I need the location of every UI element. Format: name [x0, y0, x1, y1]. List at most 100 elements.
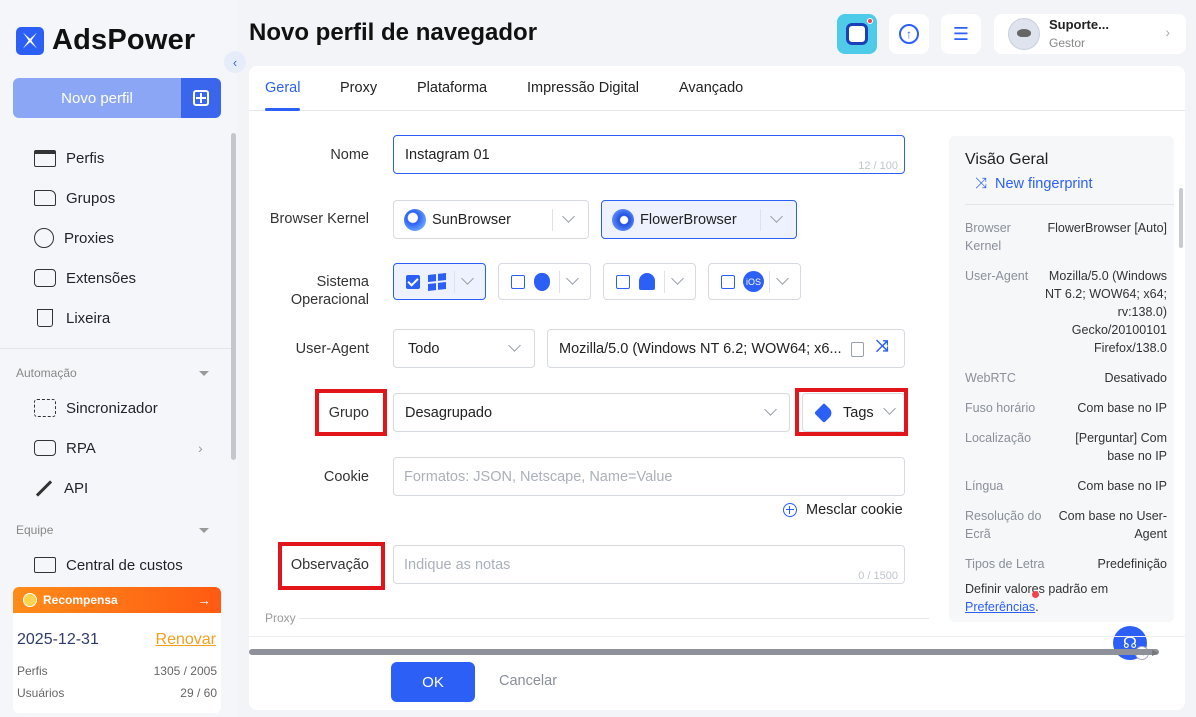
group-value: Desagrupado [405, 404, 493, 421]
sidebar-item-label: API [64, 479, 89, 497]
sidebar-item-label: Grupos [66, 189, 116, 207]
windows-checkbox[interactable] [406, 274, 420, 289]
overview-key: Browser Kernel [965, 221, 1011, 253]
document-icon[interactable] [851, 342, 864, 357]
tab-proxy[interactable]: Proxy [340, 80, 377, 96]
upload-button[interactable]: ↑ [889, 14, 929, 54]
sidebar-item-proxies[interactable]: Proxies [34, 226, 114, 250]
sidebar-item-lixeira[interactable]: Lixeira [34, 306, 110, 330]
cost-icon [34, 557, 56, 573]
automation-section-label[interactable]: Automação [16, 366, 77, 380]
overview-value: Com base no IP [1077, 401, 1167, 415]
sidebar-item-rpa[interactable]: RPA [34, 436, 96, 460]
collapse-sidebar-button[interactable]: ‹ [224, 51, 246, 73]
dropdown-divider [664, 271, 665, 293]
overview-title: Visão Geral [965, 151, 1049, 168]
sidebar-item-central-de-custos[interactable]: Central de custos [34, 553, 183, 577]
os-option-android[interactable] [603, 263, 696, 300]
overview-value: Mozilla/5.0 (Windows NT 6.2; WOW64; x64;… [1044, 269, 1167, 355]
list-icon: ☰ [952, 24, 970, 44]
tags-highlight [795, 388, 908, 436]
sidebar-scrollbar[interactable] [231, 133, 236, 460]
plug-icon [35, 479, 53, 497]
cancel-button[interactable]: Cancelar [499, 673, 557, 689]
kernel-option-flowerbrowser[interactable]: FlowerBrowser [601, 200, 797, 239]
name-counter: 12 / 100 [858, 160, 898, 172]
sidebar-item-grupos[interactable]: Grupos [34, 186, 115, 210]
ok-button[interactable]: OK [391, 662, 475, 702]
sync-icon [34, 399, 56, 417]
avatar [1008, 18, 1040, 50]
kernel-option-sunbrowser[interactable]: SunBrowser [393, 200, 589, 239]
tab-impressao-digital[interactable]: Impressão Digital [527, 80, 639, 96]
horizontal-scrollbar[interactable] [249, 649, 1159, 655]
sidebar-item-api[interactable]: API [34, 476, 88, 500]
dropdown-divider [552, 209, 553, 231]
chevron-down-icon[interactable] [770, 210, 783, 223]
macos-checkbox[interactable] [511, 274, 525, 289]
page-title: Novo perfil de navegador [249, 19, 538, 46]
note-input[interactable]: Indique as notas 0 / 1500 [393, 545, 905, 584]
chevron-down-icon[interactable] [566, 272, 579, 285]
os-option-ios[interactable]: iOS [708, 263, 801, 300]
user-menu[interactable]: Suporte... Gestor › [994, 14, 1186, 54]
overview-scrollbar[interactable] [1179, 188, 1183, 248]
batch-create-button[interactable] [181, 78, 221, 118]
overview-key: Localização [965, 431, 1032, 445]
tab-avancado[interactable]: Avançado [679, 80, 743, 96]
defaults-note-end: . [1035, 600, 1039, 614]
plan-expiry-date: 2025-12-31 [17, 631, 99, 648]
reward-banner[interactable]: Recompensa → [13, 587, 221, 613]
chevron-down-icon[interactable] [776, 272, 789, 285]
overview-value: Com base no User-Agent [1058, 509, 1167, 541]
cookie-placeholder: Formatos: JSON, Netscape, Name=Value [404, 468, 673, 485]
overview-key: WebRTC [965, 371, 1016, 385]
os-option-windows[interactable] [393, 263, 486, 300]
rpa-expand-icon[interactable]: › [198, 440, 203, 456]
adspower-logo[interactable]: AdsPower [16, 24, 195, 57]
proxy-section-label: Proxy [265, 611, 296, 625]
overview-divider [965, 204, 1174, 205]
overview-value: [Perguntar] Com base no IP [1075, 431, 1167, 463]
renew-link[interactable]: Renovar [156, 631, 216, 649]
ua-filter-value: Todo [408, 340, 440, 357]
ua-filter-select[interactable]: Todo [393, 329, 535, 368]
new-profile-button[interactable]: Novo perfil [13, 78, 181, 118]
merge-cookie-label: Mesclar cookie [806, 502, 903, 518]
overview-key: Resolução do Ecrã [965, 509, 1042, 541]
android-checkbox[interactable] [616, 274, 630, 289]
new-fingerprint-button[interactable]: ⤨ New fingerprint [975, 175, 1093, 192]
preferences-link[interactable]: Preferências [965, 600, 1035, 614]
sidebar-item-perfis[interactable]: Perfis [34, 146, 104, 170]
ios-checkbox[interactable] [721, 274, 735, 289]
sidebar-item-sincronizador[interactable]: Sincronizador [34, 396, 158, 420]
overview-key: Língua [965, 479, 1004, 493]
tab-geral[interactable]: Geral [265, 80, 300, 96]
merge-cookie-button[interactable]: Mesclar cookie [783, 502, 903, 518]
chevron-down-icon[interactable] [671, 272, 684, 285]
automation-collapse-icon[interactable] [199, 371, 209, 376]
cookie-input[interactable]: Formatos: JSON, Netscape, Name=Value [393, 457, 905, 496]
scroll-right-arrow-icon[interactable]: ▶ [1152, 648, 1158, 657]
chevron-right-icon: › [1165, 24, 1170, 40]
team-collapse-icon[interactable] [199, 528, 209, 533]
ua-value: Mozilla/5.0 (Windows NT 6.2; WOW64; x6..… [559, 340, 842, 357]
os-label-line1: Sistema [316, 274, 369, 290]
sidebar-item-extensoes[interactable]: Extensões [34, 266, 136, 290]
os-option-macos[interactable] [498, 263, 591, 300]
profiles-usage-value: 1305 / 2005 [153, 664, 217, 678]
tab-plataforma[interactable]: Plataforma [417, 80, 487, 96]
reward-card: Recompensa → 2025-12-31 Renovar Perfis 1… [13, 587, 221, 713]
chevron-down-icon[interactable] [461, 272, 474, 285]
shuffle-icon[interactable]: ⤨ [876, 338, 889, 356]
note-placeholder: Indique as notas [404, 556, 511, 573]
ua-input[interactable]: Mozilla/5.0 (Windows NT 6.2; WOW64; x6..… [547, 329, 905, 368]
team-section-label[interactable]: Equipe [16, 523, 53, 537]
name-input[interactable]: Instagram 01 12 / 100 [393, 135, 905, 174]
task-list-button[interactable]: ☰ [941, 14, 981, 54]
sidebar: AdsPower Novo perfil Perfis Grupos Proxi… [0, 0, 237, 717]
chevron-down-icon[interactable] [562, 210, 575, 223]
coin-icon [23, 593, 37, 607]
app-notification-button[interactable] [837, 14, 877, 54]
group-select[interactable]: Desagrupado [393, 393, 790, 432]
